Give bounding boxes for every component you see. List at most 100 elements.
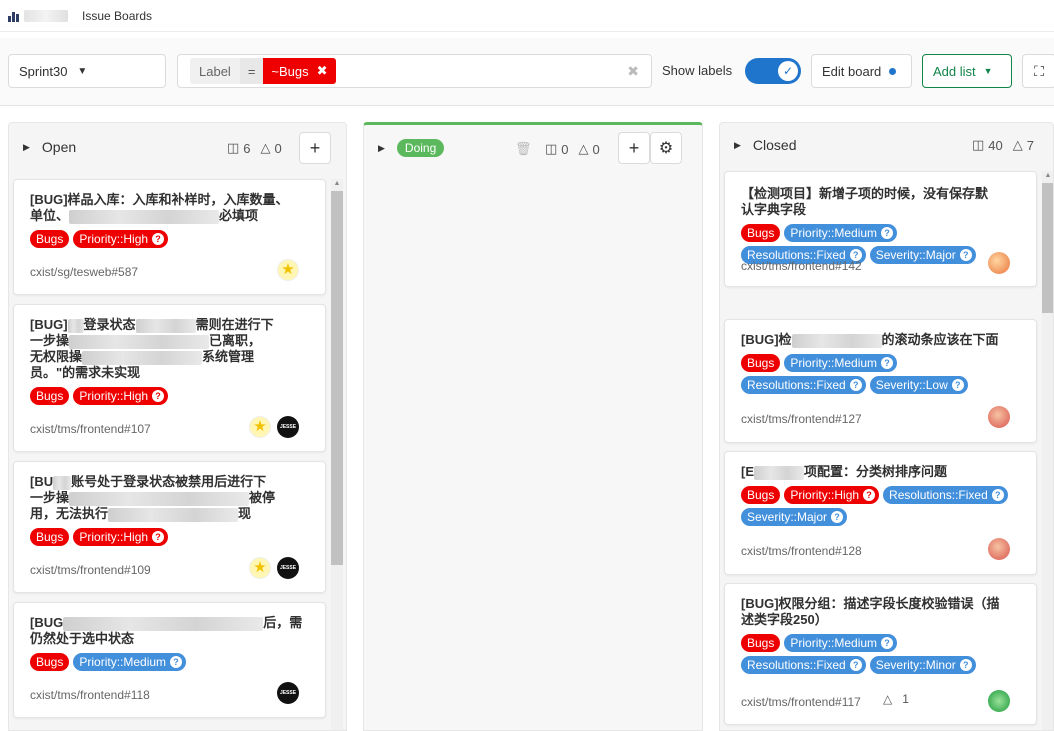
list-header-open[interactable]: ▶ Open ◫ 6 △ 0 + bbox=[9, 123, 346, 171]
issue-card[interactable]: [BUG] 登录状态 需则在进行下 一步操 已离职， 无权限操 系统管理 员。"的需求未… bbox=[13, 304, 326, 452]
label-text: Priority::Medium bbox=[790, 636, 878, 650]
issues-icon: ◫ bbox=[227, 140, 240, 155]
label-text: Resolutions::Fixed bbox=[889, 488, 988, 502]
issue-reference: cxist/tms/frontend#142 bbox=[741, 259, 862, 273]
fullscreen-button[interactable]: ⛶ bbox=[1022, 54, 1054, 88]
issue-title-line: 被停 bbox=[249, 490, 276, 505]
list-scrollbar[interactable]: ▲ bbox=[1042, 171, 1053, 730]
assignee-avatar[interactable] bbox=[988, 252, 1010, 274]
scrollbar-thumb[interactable] bbox=[331, 191, 343, 565]
issue-card[interactable]: [BUG 后，需 仍然处于选中状态 Bugs Priority::Medium? … bbox=[13, 602, 326, 718]
collapse-caret-icon[interactable]: ▶ bbox=[23, 142, 30, 153]
assignee-avatar[interactable] bbox=[988, 406, 1010, 428]
assignee-avatar[interactable] bbox=[988, 690, 1010, 712]
collapse-caret-icon[interactable]: ▶ bbox=[378, 143, 385, 154]
label-bugs[interactable]: Bugs bbox=[30, 653, 70, 671]
group-name-redacted[interactable] bbox=[24, 9, 68, 22]
assignee-avatar[interactable] bbox=[988, 538, 1010, 560]
issue-title[interactable]: [BU 账号处于登录状态被禁用后进行下 一步操 被停 用，无法执行 现 bbox=[30, 474, 309, 522]
label-bugs[interactable]: Bugs bbox=[741, 224, 781, 242]
breadcrumb-issue-boards[interactable]: Issue Boards bbox=[82, 9, 152, 23]
collapse-caret-icon[interactable]: ▶ bbox=[734, 140, 741, 151]
assignee-avatar[interactable]: ★ bbox=[249, 416, 271, 438]
filter-token-key[interactable]: Label bbox=[190, 58, 240, 84]
filter-token-value[interactable]: ~Bugs ✖ bbox=[263, 58, 336, 84]
help-icon: ? bbox=[959, 249, 972, 261]
list-title: Closed bbox=[752, 137, 797, 153]
label-priority[interactable]: Priority::Medium? bbox=[784, 634, 898, 652]
label-text: Resolutions::Fixed bbox=[747, 658, 846, 672]
issue-card[interactable]: 【检测项目】新增子项的时候，没有保存默 认字典字段 Bugs Priority:… bbox=[724, 171, 1037, 287]
assignee-avatar[interactable]: JESSE bbox=[277, 416, 299, 438]
label-list: Bugs Priority::Medium? Resolutions::Fixe… bbox=[741, 634, 1020, 674]
list-scrollbar[interactable]: ▲ bbox=[331, 179, 343, 730]
project-logo-icon[interactable] bbox=[8, 10, 20, 22]
label-priority[interactable]: Priority::Medium? bbox=[784, 224, 898, 242]
issue-title-line: 登录状态 bbox=[83, 317, 136, 332]
issue-card[interactable]: [BUG]检 的滚动条应该在下面 Bugs Priority::Medium? R… bbox=[724, 319, 1037, 443]
weight-count: 0 bbox=[592, 141, 600, 157]
label-priority[interactable]: Priority::High? bbox=[73, 230, 169, 248]
label-priority[interactable]: Priority::High? bbox=[73, 528, 169, 546]
board-list-doing: ▶ Doing 🗑 ◫ 0 △ 0 + ⚙ bbox=[363, 122, 703, 731]
issue-title-line: [E bbox=[741, 464, 754, 479]
label-resolution[interactable]: Resolutions::Fixed? bbox=[741, 376, 866, 394]
issue-title[interactable]: [BUG]权限分组：描述字段长度校验错误（描 述类字段250） bbox=[741, 596, 1020, 628]
assignee-avatar[interactable]: JESSE bbox=[277, 682, 299, 704]
issue-title[interactable]: [BUG]检 的滚动条应该在下面 bbox=[741, 332, 1020, 348]
label-bugs[interactable]: Bugs bbox=[741, 634, 781, 652]
assignee-avatar[interactable]: ★ bbox=[277, 259, 299, 281]
help-icon: ? bbox=[152, 390, 165, 402]
label-resolution[interactable]: Resolutions::Fixed? bbox=[883, 486, 1008, 504]
issue-title-line: 需则在进行下 bbox=[195, 317, 274, 332]
help-icon: ? bbox=[152, 531, 165, 543]
label-bugs[interactable]: Bugs bbox=[30, 387, 70, 405]
milestone-dropdown[interactable]: Sprint30 ▼ bbox=[8, 54, 166, 88]
remove-token-icon[interactable]: ✖ bbox=[317, 63, 328, 79]
add-list-button[interactable]: Add list ▼ bbox=[922, 54, 1012, 88]
label-severity[interactable]: Severity::Low? bbox=[869, 376, 968, 394]
issue-title[interactable]: [BUG 后，需 仍然处于选中状态 bbox=[30, 615, 309, 647]
label-priority[interactable]: Priority::Medium? bbox=[73, 653, 187, 671]
label-severity[interactable]: Severity::Major? bbox=[741, 508, 848, 526]
edit-board-button[interactable]: Edit board bbox=[811, 54, 912, 88]
issue-title[interactable]: [E 项配置：分类树排序问题 bbox=[741, 464, 1020, 480]
filtered-search-input[interactable]: Label = ~Bugs ✖ ✖ bbox=[177, 54, 652, 88]
assignee-avatar[interactable]: ★ bbox=[249, 557, 271, 579]
issue-card[interactable]: [BU 账号处于登录状态被禁用后进行下 一步操 被停 用，无法执行 现 Bugs Pr… bbox=[13, 461, 326, 593]
clear-search-icon[interactable]: ✖ bbox=[627, 63, 639, 80]
label-bugs[interactable]: Bugs bbox=[741, 486, 781, 504]
label-bugs[interactable]: Bugs bbox=[741, 354, 781, 372]
new-issue-button[interactable]: + bbox=[299, 132, 331, 164]
label-bugs[interactable]: Bugs bbox=[30, 528, 70, 546]
delete-list-icon[interactable]: 🗑 bbox=[515, 141, 532, 157]
scroll-up-icon[interactable]: ▲ bbox=[1042, 171, 1053, 181]
label-severity[interactable]: Severity::Major? bbox=[869, 246, 976, 264]
label-text: Priority::Medium bbox=[790, 226, 878, 240]
weight-icon: △ bbox=[260, 140, 271, 155]
label-severity[interactable]: Severity::Minor? bbox=[869, 656, 976, 674]
assignee-avatar[interactable]: JESSE bbox=[277, 557, 299, 579]
show-labels-toggle[interactable]: ✓ bbox=[745, 58, 801, 84]
weight-icon: △ bbox=[883, 692, 893, 706]
label-priority[interactable]: Priority::High? bbox=[73, 387, 169, 405]
scrollbar-thumb[interactable] bbox=[1042, 183, 1053, 313]
label-bugs[interactable]: Bugs bbox=[30, 230, 70, 248]
filter-token-operator[interactable]: = bbox=[239, 58, 264, 84]
issue-card[interactable]: [BUG]权限分组：描述字段长度校验错误（描 述类字段250） Bugs Pri… bbox=[724, 583, 1037, 725]
issue-card[interactable]: [BUG]样品入库：入库和补样时，入库数量、 单位、 必填项 Bugs Prior… bbox=[13, 179, 326, 295]
list-settings-button[interactable]: ⚙ bbox=[650, 132, 682, 164]
list-header-closed[interactable]: ▶ Closed ◫ 40 △ 7 bbox=[720, 123, 1053, 167]
help-icon: ? bbox=[951, 379, 964, 391]
issue-title[interactable]: [BUG] 登录状态 需则在进行下 一步操 已离职， 无权限操 系统管理 员。"的需求未… bbox=[30, 317, 309, 381]
scroll-up-icon[interactable]: ▲ bbox=[331, 179, 343, 189]
label-priority[interactable]: Priority::High? bbox=[784, 486, 880, 504]
issue-title[interactable]: 【检测项目】新增子项的时候，没有保存默 认字典字段 bbox=[741, 186, 1020, 218]
new-issue-button[interactable]: + bbox=[618, 132, 650, 164]
list-header-doing[interactable]: ▶ Doing 🗑 ◫ 0 △ 0 + ⚙ bbox=[364, 125, 702, 171]
list-label-doing[interactable]: Doing bbox=[396, 139, 445, 157]
issue-title[interactable]: [BUG]样品入库：入库和补样时，入库数量、 单位、 必填项 bbox=[30, 192, 309, 224]
issue-card[interactable]: [E 项配置：分类树排序问题 Bugs Priority::High? Resol… bbox=[724, 451, 1037, 575]
label-priority[interactable]: Priority::Medium? bbox=[784, 354, 898, 372]
label-resolution[interactable]: Resolutions::Fixed? bbox=[741, 656, 866, 674]
